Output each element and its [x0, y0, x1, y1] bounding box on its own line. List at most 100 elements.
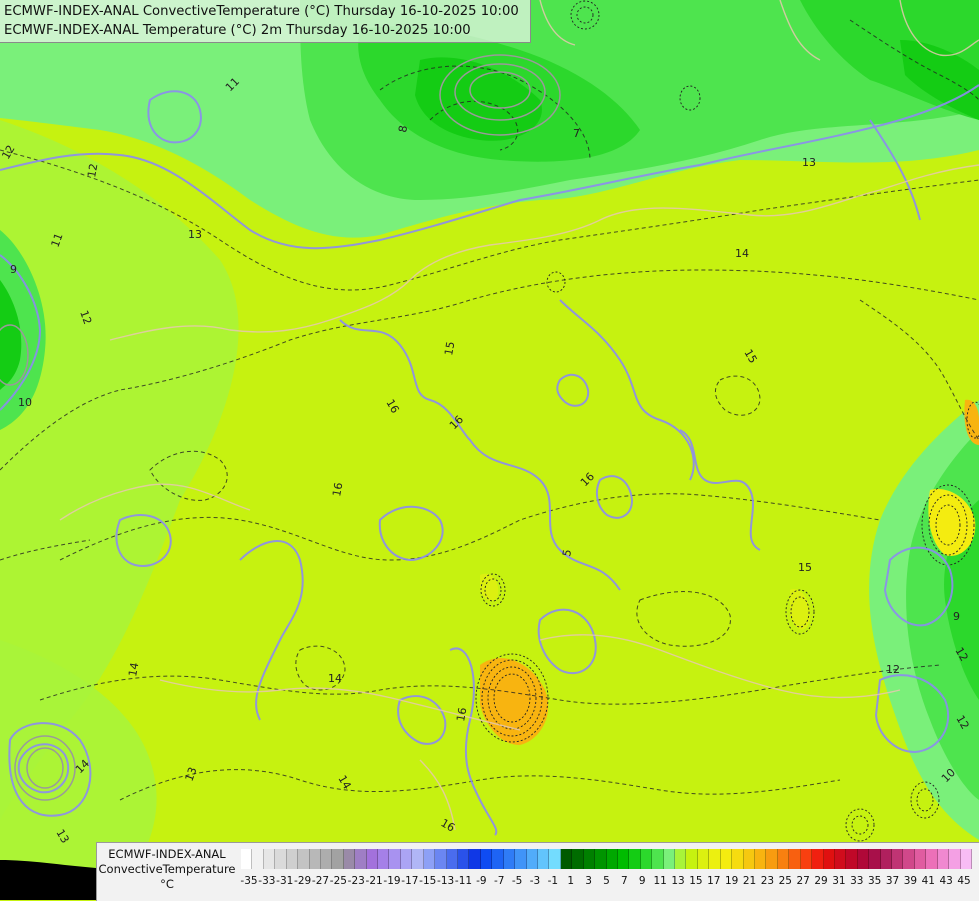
legend-swatch: [241, 849, 253, 869]
legend-swatch: [937, 849, 950, 869]
legend-tick: 35: [867, 875, 882, 887]
legend-swatch: [515, 849, 527, 869]
legend-tick: 39: [903, 875, 918, 887]
legend-tick: 21: [742, 875, 757, 887]
legend-tick: 5: [603, 875, 610, 887]
contour-label: 7: [573, 127, 580, 140]
contour-label: 13: [188, 228, 202, 241]
legend-swatch: [503, 849, 516, 869]
legend-tick: 9: [638, 875, 646, 887]
map-title-box: ECMWF-INDEX-ANAL ConvectiveTemperature (…: [0, 0, 531, 43]
legend-swatch: [606, 849, 618, 869]
legend-tick: -19: [383, 875, 401, 887]
legend-label: ECMWF-INDEX-ANAL ConvectiveTemperature °…: [97, 847, 237, 892]
legend-tick: -29: [294, 875, 312, 887]
contour-label: 16: [454, 706, 469, 722]
map-title-line-2: ECMWF-INDEX-ANAL Temperature (°C) 2m Thu…: [4, 23, 471, 38]
contour-label: 10: [18, 396, 32, 409]
legend-tick: 37: [885, 875, 900, 887]
legend-tick: 1: [567, 875, 575, 887]
legend-tick: 25: [778, 875, 792, 887]
legend-swatch: [812, 849, 824, 869]
legend-swatch: [720, 849, 733, 869]
legend-swatch: [834, 849, 847, 869]
contour-label: 9: [953, 610, 960, 623]
weather-map: 13 12 11 9 10 12 12 11 8 7 13 14 15 15 1…: [0, 0, 979, 900]
legend-tick: 23: [760, 875, 775, 887]
legend-swatch: [857, 849, 870, 869]
legend-swatch: [435, 849, 447, 869]
legend-tick: 15: [689, 875, 703, 887]
legend-tick: -5: [511, 875, 523, 887]
legend-swatch: [286, 849, 299, 869]
legend-swatch: [446, 849, 459, 869]
legend-tick: 27: [796, 875, 810, 887]
legend-swatch: [754, 849, 767, 869]
legend-tick: 33: [850, 875, 864, 887]
legend-swatch: [960, 849, 972, 869]
legend-swatch: [298, 849, 310, 869]
contour-label: 14: [735, 247, 749, 260]
legend-tick: -31: [276, 875, 294, 887]
legend-swatch: [800, 849, 813, 869]
legend-swatch: [926, 849, 938, 869]
legend-swatch: [732, 849, 744, 869]
color-legend: ECMWF-INDEX-ANAL ConvectiveTemperature °…: [96, 842, 979, 901]
legend-swatch: [263, 849, 276, 869]
legend-color-bar: [241, 849, 972, 869]
legend-tick: -1: [547, 875, 559, 887]
contour-label: 12: [886, 663, 900, 676]
legend-tick: -35: [240, 875, 258, 887]
legend-tick: -9: [476, 875, 487, 887]
legend-tick: -23: [347, 875, 365, 887]
legend-tick: -33: [258, 875, 276, 887]
legend-tick: 3: [585, 875, 592, 887]
legend-swatch: [743, 849, 755, 869]
legend-swatch: [675, 849, 687, 869]
legend-tick: -7: [494, 875, 505, 887]
legend-swatch: [526, 849, 538, 869]
legend-swatch: [823, 849, 835, 869]
legend-unit: °C: [160, 877, 174, 891]
legend-swatch: [469, 849, 481, 869]
legend-swatch: [343, 849, 356, 869]
legend-tick: -27: [311, 875, 330, 887]
legend-tick: 19: [724, 875, 739, 887]
legend-swatch: [640, 849, 653, 869]
legend-swatch: [583, 849, 596, 869]
legend-tick: -11: [454, 875, 473, 887]
legend-swatch: [332, 849, 344, 869]
legend-swatch: [880, 849, 893, 869]
legend-tick: 45: [957, 875, 971, 887]
legend-swatch: [492, 849, 504, 869]
legend-tick: 29: [814, 875, 828, 887]
legend-tick: 7: [621, 875, 628, 887]
legend-swatch: [663, 849, 676, 869]
legend-swatch: [560, 849, 573, 869]
legend-swatch: [320, 849, 333, 869]
legend-swatch: [389, 849, 401, 869]
legend-swatch: [903, 849, 915, 869]
legend-tick: 31: [832, 875, 846, 887]
legend-swatch: [697, 849, 710, 869]
legend-tick-labels: -35 -33 -31 -29 -27 -25 -23 -21 -19 -17 -15 -13 -11-…: [240, 875, 972, 891]
legend-tick: -15: [419, 875, 437, 887]
legend-tick: -21: [365, 875, 383, 887]
legend-swatch: [709, 849, 721, 869]
legend-swatch: [309, 849, 321, 869]
legend-swatch: [595, 849, 607, 869]
map-title-line-1: ECMWF-INDEX-ANAL ConvectiveTemperature (…: [4, 4, 519, 19]
legend-swatch: [846, 849, 858, 869]
legend-swatch: [572, 849, 584, 869]
legend-swatch: [914, 849, 927, 869]
legend-tick: 17: [707, 875, 721, 887]
legend-tick: -3: [529, 875, 541, 887]
legend-swatch: [892, 849, 904, 869]
legend-swatch: [400, 849, 413, 869]
legend-swatch: [949, 849, 961, 869]
contour-label: 16: [330, 481, 345, 497]
legend-swatch: [629, 849, 641, 869]
legend-source: ECMWF-INDEX-ANAL: [108, 847, 226, 861]
legend-swatch: [537, 849, 550, 869]
legend-swatch: [686, 849, 698, 869]
